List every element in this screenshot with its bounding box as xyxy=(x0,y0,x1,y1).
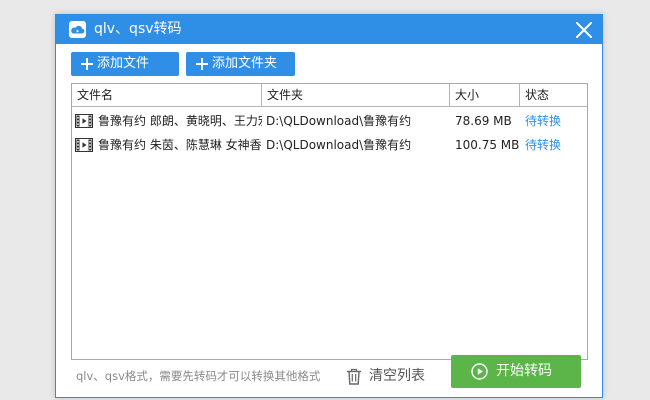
plus-icon xyxy=(81,58,93,70)
cloud-video-icon xyxy=(69,21,86,38)
converter-dialog: qlv、qsv转码 添加文件 添加文件夹 文件名 文件夹 大小 状态 鲁豫有约 … xyxy=(55,14,603,398)
column-header-folder[interactable]: 文件夹 xyxy=(262,84,450,106)
row-filename-cell: 鲁豫有约 朱茵、陈慧琳 女神香江 xyxy=(75,133,262,157)
column-header-status[interactable]: 状态 xyxy=(520,84,587,106)
start-convert-label: 开始转码 xyxy=(496,363,552,379)
trash-icon xyxy=(347,368,361,385)
row-filename: 鲁豫有约 朱茵、陈慧琳 女神香江 xyxy=(98,138,262,152)
table-header: 文件名 文件夹 大小 状态 xyxy=(72,84,587,107)
clear-list-label: 清空列表 xyxy=(369,368,425,384)
title-bar[interactable]: qlv、qsv转码 xyxy=(56,15,602,44)
add-folder-button[interactable]: 添加文件夹 xyxy=(186,52,295,76)
row-folder: D:\QLDownload\鲁豫有约 xyxy=(266,138,412,152)
start-convert-button[interactable]: 开始转码 xyxy=(451,355,581,388)
column-header-size[interactable]: 大小 xyxy=(450,84,520,106)
row-filename: 鲁豫有约 郎朗、黄晓明、王力宏 xyxy=(98,114,262,128)
column-header-filename[interactable]: 文件名 xyxy=(72,84,262,106)
format-hint-text: qlv、qsv格式，需要先转码才可以转换其他格式 xyxy=(76,369,321,383)
close-icon[interactable] xyxy=(572,18,596,42)
row-size: 78.69 MB xyxy=(455,114,512,128)
plus-icon xyxy=(196,58,208,70)
video-file-icon xyxy=(75,138,93,152)
row-folder: D:\QLDownload\鲁豫有约 xyxy=(266,114,412,128)
video-file-icon xyxy=(75,114,93,128)
row-size: 100.75 MB xyxy=(455,138,520,152)
window-title: qlv、qsv转码 xyxy=(94,21,182,37)
file-list-table[interactable]: 文件名 文件夹 大小 状态 鲁豫有约 郎朗、黄晓明、王力宏 D:\QLDownl… xyxy=(71,83,588,360)
add-file-label: 添加文件 xyxy=(97,56,150,71)
row-filename-cell: 鲁豫有约 郎朗、黄晓明、王力宏 xyxy=(75,109,262,133)
add-folder-label: 添加文件夹 xyxy=(212,56,278,71)
play-circle-icon xyxy=(471,363,488,380)
row-status: 待转换 xyxy=(525,114,562,128)
table-row[interactable]: 鲁豫有约 朱茵、陈慧琳 女神香江 D:\QLDownload\鲁豫有约 100.… xyxy=(72,133,587,157)
row-status: 待转换 xyxy=(525,138,562,152)
add-file-button[interactable]: 添加文件 xyxy=(71,52,179,76)
table-row[interactable]: 鲁豫有约 郎朗、黄晓明、王力宏 D:\QLDownload\鲁豫有约 78.69… xyxy=(72,109,587,133)
